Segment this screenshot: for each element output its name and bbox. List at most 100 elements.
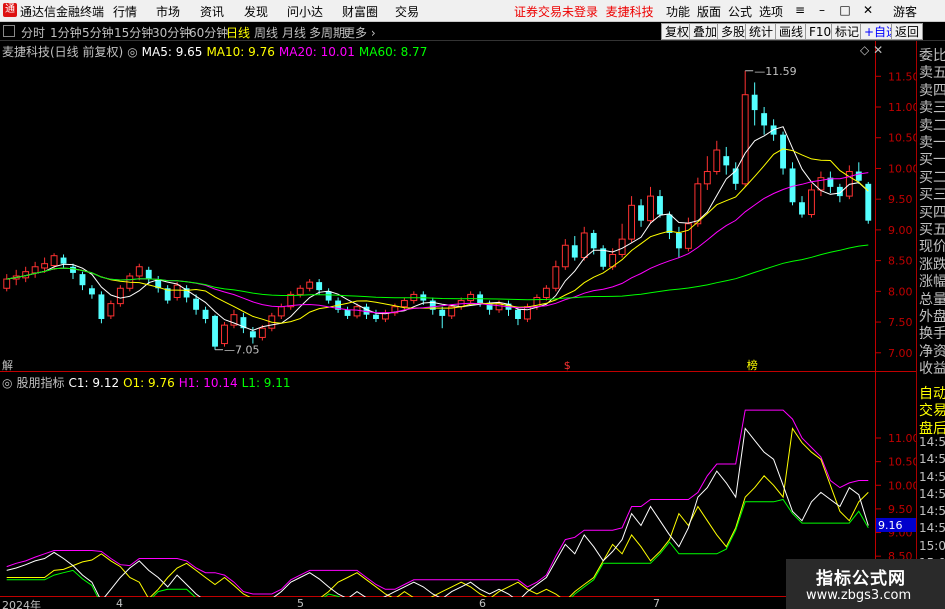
menu-formula[interactable]: 公式 (728, 3, 752, 20)
period-5min[interactable]: 5分钟 (82, 24, 114, 41)
candle[interactable] (751, 82, 758, 126)
menu-icon[interactable]: ≡ (790, 2, 810, 19)
menu-options[interactable]: 选项 (759, 3, 783, 20)
indicator-chart[interactable]: 11.0010.5010.009.509.008.508.009.16 (0, 372, 916, 597)
candle[interactable] (89, 285, 95, 299)
candle[interactable] (638, 199, 644, 227)
btn-mark[interactable]: 标记 (831, 23, 864, 40)
candle[interactable] (789, 162, 796, 206)
candle[interactable] (277, 303, 285, 319)
candle[interactable] (116, 285, 124, 307)
diamond-icon[interactable]: ◇ (860, 43, 869, 57)
event-marker[interactable]: $ (564, 359, 571, 372)
candle[interactable] (230, 309, 238, 329)
period-weekly[interactable]: 周线 (254, 24, 278, 41)
login-notice[interactable]: 证券交易未登录 麦捷科技 (514, 3, 654, 20)
candle[interactable] (713, 140, 721, 175)
candle[interactable] (580, 226, 588, 261)
candle[interactable] (79, 271, 86, 291)
menu-quotes[interactable]: 行情 (113, 3, 137, 20)
period-monthly[interactable]: 月线 (282, 24, 306, 41)
candle[interactable] (808, 183, 815, 218)
candle[interactable] (657, 189, 663, 218)
candle[interactable] (3, 274, 11, 292)
candle[interactable] (799, 196, 805, 218)
period-15min[interactable]: 15分钟 (114, 24, 153, 41)
tick-time: 14:56 (919, 504, 945, 519)
menu-layout[interactable]: 版面 (697, 3, 721, 20)
candle[interactable] (561, 239, 569, 270)
candle[interactable] (135, 263, 143, 281)
menu-news[interactable]: 资讯 (200, 3, 224, 20)
candle[interactable] (675, 226, 682, 258)
period-60min[interactable]: 60分钟 (189, 24, 228, 41)
candle[interactable] (761, 107, 768, 135)
candlestick-chart[interactable]: —11.59 —7.05 11.50 11.00 10.50 10.00 9.50 9.00… (0, 41, 916, 372)
menu-market[interactable]: 市场 (156, 3, 180, 20)
candle[interactable] (817, 171, 825, 197)
user-guest[interactable]: 游客 (893, 3, 917, 20)
candle[interactable] (741, 70, 749, 187)
candle[interactable] (865, 181, 872, 224)
candle[interactable] (467, 291, 475, 304)
btn-stats[interactable]: 统计 (745, 23, 778, 40)
remove-x-icon[interactable]: ✕ (873, 43, 883, 57)
candle[interactable] (552, 260, 560, 292)
period-more[interactable]: 更多 › (343, 24, 376, 41)
candle[interactable] (60, 254, 67, 268)
menu-wealth[interactable]: 财富圈 (342, 3, 378, 20)
candle[interactable] (723, 146, 730, 175)
candle[interactable] (827, 171, 834, 194)
candle[interactable] (505, 300, 512, 316)
candle[interactable] (183, 285, 190, 303)
candle[interactable] (439, 306, 446, 329)
candle[interactable] (287, 291, 295, 310)
event-marker[interactable]: 解 (2, 358, 13, 372)
candle[interactable] (845, 165, 853, 200)
candle[interactable] (373, 309, 379, 323)
candle[interactable] (618, 223, 626, 258)
settings-icon[interactable]: ◎ (127, 45, 137, 59)
candle[interactable] (202, 306, 209, 324)
candle[interactable] (542, 285, 550, 301)
close-icon[interactable]: ✕ (858, 2, 878, 19)
candle[interactable] (155, 275, 162, 293)
period-1min[interactable]: 1分钟 (50, 24, 82, 41)
btn-back[interactable]: 返回 (891, 23, 924, 40)
period-more-label: 更多 (343, 26, 368, 40)
minimize-icon[interactable]: – (812, 2, 832, 19)
event-marker[interactable]: 榜 (747, 358, 758, 372)
candle[interactable] (344, 306, 351, 319)
candle[interactable] (240, 312, 247, 334)
period-intraday[interactable]: 分时 (21, 24, 45, 41)
maximize-icon[interactable]: □ (835, 2, 855, 19)
candle[interactable] (571, 236, 578, 261)
candle[interactable] (306, 279, 314, 292)
menu-function[interactable]: 功能 (666, 3, 690, 20)
grid-icon[interactable] (3, 25, 15, 37)
candle[interactable] (164, 285, 171, 304)
candle[interactable] (145, 266, 152, 284)
candle[interactable] (70, 263, 76, 280)
candle[interactable] (780, 131, 786, 175)
menu-ask[interactable]: 问小达 (287, 3, 323, 20)
candle[interactable] (381, 309, 389, 323)
candle[interactable] (98, 291, 105, 324)
candle[interactable] (703, 156, 711, 190)
menu-discover[interactable]: 发现 (244, 3, 268, 20)
candle[interactable] (325, 288, 332, 304)
btn-draw[interactable]: 画线 (775, 23, 808, 40)
candle[interactable] (31, 261, 39, 278)
candle[interactable] (647, 186, 654, 224)
candle[interactable] (22, 266, 30, 283)
candle[interactable] (600, 245, 607, 270)
menu-trade[interactable]: 交易 (395, 3, 419, 20)
indicator-toggle-icon[interactable]: ◎ (2, 376, 12, 390)
candle[interactable] (107, 300, 115, 319)
candle[interactable] (212, 314, 218, 350)
period-30min[interactable]: 30分钟 (152, 24, 191, 41)
period-daily[interactable]: 日线 (226, 24, 250, 41)
candle[interactable] (448, 304, 456, 319)
period-multi[interactable]: 多周期 (309, 24, 345, 41)
candle[interactable] (628, 196, 636, 243)
